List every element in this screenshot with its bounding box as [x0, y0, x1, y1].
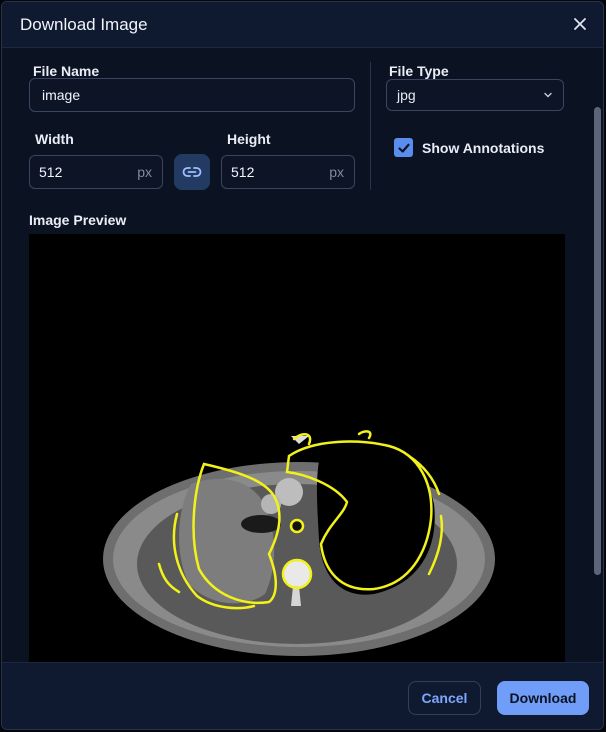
- show-annotations-label: Show Annotations: [422, 139, 545, 156]
- download-image-dialog: Download Image File Name image Width 512…: [1, 1, 604, 730]
- width-label: Width: [35, 131, 74, 147]
- file-type-select[interactable]: jpg: [386, 79, 564, 111]
- file-type-value: jpg: [397, 87, 416, 103]
- ct-scan-image: [103, 430, 495, 656]
- show-annotations-checkbox[interactable]: [394, 138, 413, 157]
- lock-aspect-button[interactable]: [174, 154, 210, 190]
- download-button[interactable]: Download: [497, 681, 589, 715]
- width-input[interactable]: 512 px: [29, 155, 163, 189]
- dialog-footer: Cancel Download: [2, 662, 603, 729]
- height-input[interactable]: 512 px: [221, 155, 355, 189]
- chevron-down-icon: [544, 92, 552, 98]
- column-divider: [370, 62, 371, 190]
- width-value: 512: [39, 164, 63, 180]
- link-icon: [182, 167, 202, 177]
- show-annotations-toggle[interactable]: Show Annotations: [394, 138, 544, 157]
- dialog-header: Download Image: [2, 2, 603, 48]
- height-unit: px: [329, 164, 344, 180]
- close-icon[interactable]: [569, 13, 591, 35]
- cancel-button[interactable]: Cancel: [408, 681, 481, 715]
- image-preview: [29, 234, 565, 664]
- height-value: 512: [231, 164, 255, 180]
- dialog-title: Download Image: [20, 15, 148, 34]
- width-unit: px: [137, 164, 152, 180]
- file-name-value: image: [42, 87, 81, 103]
- check-icon: [397, 143, 410, 153]
- file-type-label: File Type: [389, 63, 449, 79]
- scrollbar-thumb[interactable]: [594, 107, 601, 575]
- height-label: Height: [227, 131, 271, 147]
- file-name-label: File Name: [33, 63, 100, 79]
- file-name-input[interactable]: image: [29, 78, 355, 112]
- image-preview-label: Image Preview: [29, 212, 127, 228]
